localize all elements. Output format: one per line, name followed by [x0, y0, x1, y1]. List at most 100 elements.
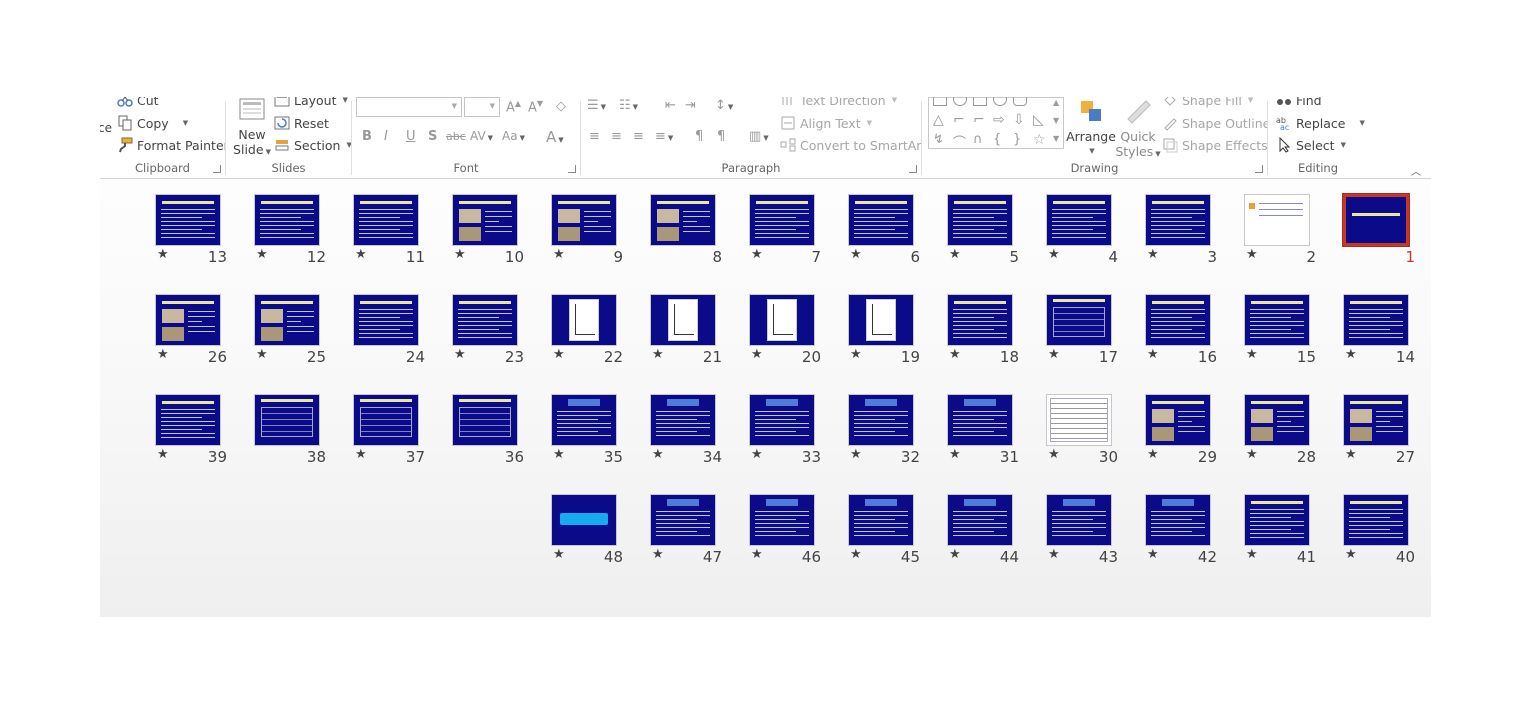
new-slide-button[interactable]: New Slide ▼: [232, 97, 272, 160]
slide-preview[interactable]: [551, 494, 617, 546]
slide-preview[interactable]: [353, 194, 419, 246]
slide-transition-star-icon[interactable]: ★: [553, 547, 565, 562]
slide-preview[interactable]: [1145, 494, 1211, 546]
paragraph-dialog-launcher[interactable]: [909, 165, 917, 173]
slide-thumbnail-3[interactable]: ★ 3: [1145, 194, 1217, 270]
slide-preview[interactable]: [254, 294, 320, 346]
slide-preview[interactable]: [155, 194, 221, 246]
slide-thumbnail-17[interactable]: ★ 17: [1046, 294, 1118, 370]
strikethrough-icon[interactable]: abc: [446, 130, 466, 143]
gallery-more-icon[interactable]: ▼: [1053, 134, 1059, 143]
slide-thumbnail-21[interactable]: ★ 21: [650, 294, 722, 370]
elbow-shape-icon[interactable]: ⌐: [973, 112, 985, 128]
slide-thumbnail-35[interactable]: ★ 35: [551, 394, 623, 470]
slide-thumbnail-48[interactable]: ★ 48: [551, 494, 623, 570]
slide-preview[interactable]: [1343, 294, 1409, 346]
slide-transition-star-icon[interactable]: ★: [454, 247, 466, 262]
decrease-indent-icon[interactable]: ⇤: [665, 98, 676, 113]
slide-thumbnail-1[interactable]: 1: [1342, 193, 1415, 270]
slide-thumbnail-43[interactable]: ★ 43: [1046, 494, 1118, 570]
slide-preview[interactable]: [650, 494, 716, 546]
slide-thumbnail-25[interactable]: ★ 25: [254, 294, 326, 370]
slide-transition-star-icon[interactable]: ★: [256, 347, 268, 362]
slide-preview[interactable]: [551, 294, 617, 346]
slide-thumbnail-29[interactable]: ★ 29: [1145, 394, 1217, 470]
text-direction-button[interactable]: Text Direction ▼: [780, 97, 897, 108]
slide-thumbnail-2[interactable]: ★ 2: [1244, 194, 1316, 270]
align-left-icon[interactable]: ≡: [589, 129, 600, 144]
gallery-scroll-up-icon[interactable]: ▲: [1053, 98, 1059, 107]
columns-icon[interactable]: ▥ ▼: [749, 129, 769, 144]
clipboard-dialog-launcher[interactable]: [213, 165, 221, 173]
slide-transition-star-icon[interactable]: ★: [751, 447, 763, 462]
slide-transition-star-icon[interactable]: ★: [751, 547, 763, 562]
slide-preview[interactable]: [1145, 194, 1211, 246]
slide-thumbnail-9[interactable]: ★ 9: [551, 194, 623, 270]
shape-icon[interactable]: [953, 97, 967, 106]
slide-thumbnail-45[interactable]: ★ 45: [848, 494, 920, 570]
slide-thumbnail-6[interactable]: ★ 6: [848, 194, 920, 270]
slide-thumbnail-16[interactable]: ★ 16: [1145, 294, 1217, 370]
slide-preview[interactable]: [848, 494, 914, 546]
align-center-icon[interactable]: ≡: [611, 129, 622, 144]
slide-thumbnail-32[interactable]: ★ 32: [848, 394, 920, 470]
slide-preview[interactable]: [749, 394, 815, 446]
slide-thumbnail-15[interactable]: ★ 15: [1244, 294, 1316, 370]
slide-transition-star-icon[interactable]: ★: [1246, 347, 1258, 362]
arrange-button[interactable]: Arrange ▼: [1066, 97, 1116, 159]
slide-transition-star-icon[interactable]: ★: [355, 447, 367, 462]
elbow-shape-icon[interactable]: ⌐: [953, 112, 965, 128]
slide-thumbnail-10[interactable]: ★ 10: [452, 194, 524, 270]
slide-preview[interactable]: [947, 294, 1013, 346]
font-color-icon[interactable]: A ▼: [546, 128, 564, 146]
shape-effects-button[interactable]: Shape Effects▼: [1162, 137, 1267, 153]
layout-button[interactable]: Layout ▼: [274, 97, 348, 108]
slide-preview[interactable]: [254, 394, 320, 446]
slide-transition-star-icon[interactable]: ★: [751, 247, 763, 262]
convert-smartart-button[interactable]: Convert to SmartArt▼: [780, 137, 921, 153]
select-button[interactable]: Select ▼: [1276, 136, 1346, 153]
slide-preview[interactable]: [155, 294, 221, 346]
slide-preview[interactable]: [452, 394, 518, 446]
copy-button[interactable]: Copy ▼: [117, 115, 188, 131]
char-spacing-icon[interactable]: AV ▼: [470, 129, 493, 143]
font-size-field[interactable]: ▼: [464, 97, 500, 117]
slide-thumbnail-28[interactable]: ★ 28: [1244, 394, 1316, 470]
slide-transition-star-icon[interactable]: ★: [1147, 247, 1159, 262]
slide-transition-star-icon[interactable]: ★: [1246, 547, 1258, 562]
slide-transition-star-icon[interactable]: ★: [157, 447, 169, 462]
shape-icon[interactable]: ⌒: [953, 132, 966, 151]
collapse-ribbon-icon[interactable]: ︿: [1411, 163, 1421, 178]
slide-transition-star-icon[interactable]: ★: [553, 247, 565, 262]
gallery-scroll-down-icon[interactable]: ▼: [1053, 116, 1059, 125]
slide-preview[interactable]: [1046, 494, 1112, 546]
slide-transition-star-icon[interactable]: ★: [652, 447, 664, 462]
shape-icon[interactable]: ◺: [1033, 112, 1044, 128]
slide-thumbnail-7[interactable]: ★ 7: [749, 194, 821, 270]
increase-font-icon[interactable]: A▲: [506, 99, 521, 115]
slide-preview[interactable]: [749, 194, 815, 246]
slide-preview[interactable]: [452, 294, 518, 346]
ltr-icon[interactable]: ¶: [695, 129, 703, 144]
paste-button[interactable]: ce: [100, 121, 112, 135]
slide-thumbnail-38[interactable]: 38: [254, 394, 326, 470]
slide-preview[interactable]: [848, 194, 914, 246]
slide-preview[interactable]: [650, 194, 716, 246]
slide-thumbnail-41[interactable]: ★ 41: [1244, 494, 1316, 570]
slide-thumbnail-37[interactable]: ★ 37: [353, 394, 425, 470]
slide-preview[interactable]: [1046, 394, 1112, 446]
slide-preview[interactable]: [551, 394, 617, 446]
cut-button[interactable]: Cut: [117, 97, 159, 108]
slide-transition-star-icon[interactable]: ★: [949, 247, 961, 262]
brace-right-icon[interactable]: }: [1013, 132, 1021, 147]
shape-icon[interactable]: ∩: [973, 132, 983, 147]
slide-thumbnail-33[interactable]: ★ 33: [749, 394, 821, 470]
slide-thumbnail-12[interactable]: ★ 12: [254, 194, 326, 270]
slide-transition-star-icon[interactable]: ★: [553, 347, 565, 362]
slide-thumbnail-46[interactable]: ★ 46: [749, 494, 821, 570]
justify-icon[interactable]: ≡ ▼: [655, 129, 673, 144]
slide-preview[interactable]: [353, 294, 419, 346]
slide-thumbnail-8[interactable]: 8: [650, 194, 722, 270]
slide-thumbnail-39[interactable]: ★ 39: [155, 394, 227, 470]
slide-preview[interactable]: [848, 394, 914, 446]
